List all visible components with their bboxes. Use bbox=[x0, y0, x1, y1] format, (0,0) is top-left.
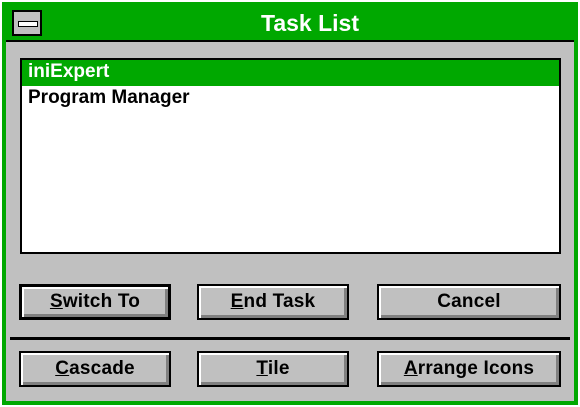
tile-button[interactable]: Tile bbox=[197, 351, 349, 387]
button-row-separator bbox=[10, 337, 570, 340]
button-label: Switch To bbox=[49, 291, 141, 312]
end-task-button[interactable]: End Task bbox=[197, 284, 349, 320]
cascade-button[interactable]: Cascade bbox=[19, 351, 171, 387]
button-label: End Task bbox=[230, 291, 316, 312]
arrange-icons-button[interactable]: Arrange Icons bbox=[377, 351, 561, 387]
system-menu-icon bbox=[18, 21, 38, 27]
task-list-item[interactable]: Program Manager bbox=[22, 86, 559, 112]
task-listbox[interactable]: iniExpert Program Manager bbox=[20, 58, 561, 254]
task-list-item[interactable]: iniExpert bbox=[22, 60, 559, 86]
window-title: Task List bbox=[261, 10, 359, 36]
title-bar: Task List bbox=[6, 6, 574, 42]
system-menu-button[interactable] bbox=[12, 10, 42, 36]
button-label: Tile bbox=[256, 358, 290, 379]
button-label: Cancel bbox=[437, 291, 501, 312]
task-list-window: Task List iniExpert Program Manager Swit… bbox=[2, 2, 578, 405]
cancel-button[interactable]: Cancel bbox=[377, 284, 561, 320]
button-label: Arrange Icons bbox=[403, 358, 535, 379]
button-label: Cascade bbox=[55, 358, 135, 379]
switch-to-button[interactable]: Switch To bbox=[19, 284, 171, 320]
